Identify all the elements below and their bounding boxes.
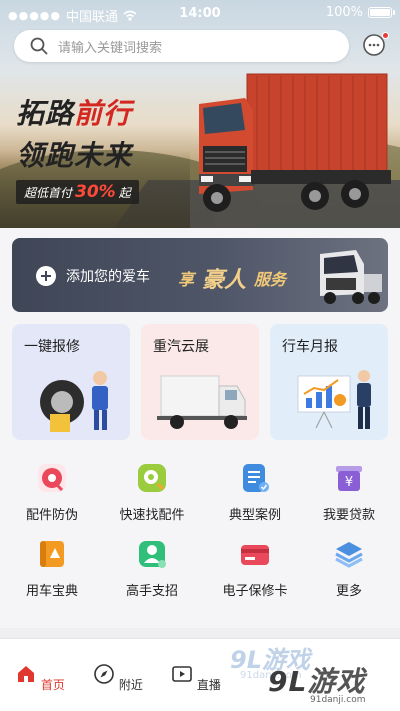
add-car-label: 添加您的爱车: [66, 269, 150, 285]
mechanic-tire-illustration: [40, 371, 108, 432]
promo-suffix: 起: [118, 185, 131, 200]
presenter-chart-illustration: [297, 370, 371, 429]
document-check-icon: [239, 462, 271, 494]
watermark-logo: 9L游戏: [268, 665, 366, 698]
tab-home[interactable]: 首页: [10, 663, 70, 693]
promo-badge: 超低首付 30% 起: [16, 180, 139, 204]
search-input[interactable]: 请输入关键词搜索: [14, 30, 349, 62]
search-icon: [30, 37, 48, 55]
box-truck-illustration: [157, 375, 247, 429]
grid-item-label: 电子保修卡: [222, 584, 288, 599]
message-button[interactable]: [361, 31, 389, 59]
banner-slogan: 拓路前行 领跑未来 超低首付 30% 起: [16, 92, 139, 204]
tab-nearby[interactable]: 附近: [88, 663, 148, 693]
service-brand: 豪人: [202, 267, 247, 293]
promo-percent: 30%: [75, 182, 116, 202]
card-cloud-expo[interactable]: 重汽云展: [141, 324, 259, 440]
watermark-url: 91danji.com: [310, 695, 366, 705]
grid-item-expert-tips[interactable]: 高手支招: [107, 538, 197, 608]
tab-label: 首页: [40, 678, 65, 692]
grid-item-parts-verify[interactable]: 配件防伪: [7, 462, 97, 532]
card-title: 行车月报: [282, 339, 338, 355]
expert-user-icon: [136, 538, 168, 570]
grid-item-loan[interactable]: ¥ 我要贷款: [304, 462, 394, 532]
card-icon: [239, 538, 271, 570]
card-monthly-report[interactable]: 行车月报: [270, 324, 388, 440]
card-title: 重汽云展: [153, 339, 209, 355]
tab-label: 附近: [118, 678, 143, 692]
grid-item-label: 典型案例: [228, 508, 281, 523]
slogan-line2: 领跑未来: [16, 139, 133, 172]
grid-item-label: 更多: [335, 584, 362, 599]
live-tv-icon: [172, 666, 192, 682]
add-icon: [36, 266, 56, 286]
unread-dot: [382, 32, 389, 39]
grid-item-more[interactable]: 更多: [304, 538, 394, 608]
shield-parts-icon: [36, 462, 68, 494]
section-divider: [0, 628, 400, 638]
grid-item-label: 配件防伪: [25, 508, 78, 523]
grid-item-label: 高手支招: [125, 584, 178, 599]
card-repair[interactable]: 一键报修: [12, 324, 130, 440]
truck-illustration: [199, 73, 391, 212]
hero-banner[interactable]: ●●●●● 中国联通 14:00 100% 请输入关键词搜索 拓路前行 领跑未来…: [0, 0, 400, 228]
compass-icon: [94, 664, 114, 684]
book-icon: [36, 538, 68, 570]
yen-box-icon: ¥: [333, 462, 365, 494]
grid-item-find-parts[interactable]: 快速找配件: [107, 462, 197, 532]
service-slogan: 享 豪人 服务: [178, 262, 286, 294]
grid-item-label: 快速找配件: [119, 508, 185, 523]
add-car-banner[interactable]: 添加您的爱车 享 豪人 服务: [12, 238, 388, 312]
slogan-line1-b: 前行: [74, 97, 133, 130]
slogan-line1-a: 拓路: [16, 97, 75, 130]
status-bar: ●●●●● 中国联通 14:00 100%: [0, 0, 400, 28]
promo-prefix: 超低首付: [24, 185, 73, 200]
layers-icon: [333, 538, 365, 570]
grid-item-cases[interactable]: 典型案例: [210, 462, 300, 532]
watermark: 9L游戏 91danji.com: [262, 652, 396, 708]
service-suffix: 服务: [254, 270, 287, 289]
service-prefix: 享: [178, 270, 195, 289]
home-icon: [18, 666, 35, 682]
tractor-truck-illustration: [320, 250, 382, 304]
card-title: 一键报修: [24, 339, 80, 355]
grid-item-label: 用车宝典: [25, 584, 78, 599]
grid-item-handbook[interactable]: 用车宝典: [7, 538, 97, 608]
grid-item-warranty-card[interactable]: 电子保修卡: [210, 538, 300, 608]
battery-percent: 100%: [325, 5, 363, 20]
gear-search-icon: [136, 462, 168, 494]
search-placeholder: 请输入关键词搜索: [58, 40, 163, 56]
svg-text:¥: ¥: [345, 475, 353, 490]
grid-item-label: 我要贷款: [322, 508, 375, 523]
battery-icon: [368, 7, 395, 18]
